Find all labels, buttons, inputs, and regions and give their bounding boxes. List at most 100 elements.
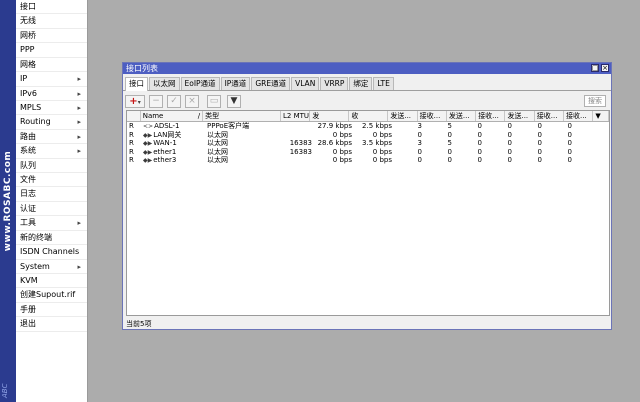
- menu-item-label: 工具: [20, 218, 36, 228]
- cell-c4: 0: [507, 130, 512, 139]
- menu-item-label: Routing: [20, 117, 51, 127]
- column-header-label: 发送...: [507, 112, 529, 120]
- menu-item[interactable]: 队列: [16, 159, 87, 174]
- brand-text: www.ROSABC.com: [3, 150, 13, 252]
- plus-icon: +: [129, 96, 138, 107]
- table-row[interactable]: R <>ADSL-1 PPPoE客户端 27.9 kbps 2.5 kbps 3 5 0 0 0 0: [127, 122, 609, 131]
- table-row[interactable]: R ◆▶ether1 以太网 16383 0 bps 0 bps 0 0 0 0 0 0: [127, 148, 609, 157]
- cell-c4: 0: [507, 122, 512, 130]
- window-titlebar[interactable]: 接口列表 □ ×: [123, 63, 611, 74]
- close-button[interactable]: ×: [601, 64, 609, 72]
- menu-item[interactable]: PPP: [16, 43, 87, 58]
- menu-item[interactable]: 日志: [16, 187, 87, 202]
- column-header[interactable]: 接收...: [418, 111, 447, 121]
- column-header[interactable]: 接收...: [564, 111, 594, 121]
- menu-item-label: 无线: [20, 16, 36, 26]
- cell-name: ◆▶ether3: [141, 156, 205, 165]
- find-input[interactable]: 搜索: [584, 95, 606, 107]
- comment-button[interactable]: ▭: [207, 95, 221, 108]
- cell-rx: 3.5 kbps: [362, 139, 392, 147]
- menu-item[interactable]: 新的终端: [16, 231, 87, 246]
- tab[interactable]: 以太网: [149, 77, 180, 90]
- submenu-arrow-icon: ▸: [77, 219, 81, 228]
- cell-c3: 0: [477, 156, 482, 164]
- menu-item[interactable]: 认证: [16, 202, 87, 217]
- disable-button[interactable]: ×: [185, 95, 199, 108]
- cell-c5: 0: [537, 130, 542, 139]
- tab[interactable]: LTE: [373, 77, 394, 90]
- menu-item[interactable]: 接口: [16, 0, 87, 15]
- cell-tx: 27.9 kbps: [317, 122, 352, 130]
- enable-button[interactable]: ✓: [167, 95, 181, 108]
- column-header-label: 收: [351, 112, 359, 120]
- cell-text: WAN-1: [153, 139, 177, 147]
- column-header[interactable]: 发送...: [447, 111, 477, 121]
- table-row[interactable]: R ◆▶WAN-1 以太网 16383 28.6 kbps 3.5 kbps 3 5 0 0 0 0: [127, 139, 609, 148]
- menu-item-label: 新的终端: [20, 232, 52, 242]
- menu-item[interactable]: 工具 ▸: [16, 216, 87, 231]
- column-header[interactable]: 发送...: [388, 111, 418, 121]
- tab[interactable]: EoIP通道: [180, 77, 220, 90]
- table-row[interactable]: R ◆▶LAN网关 以太网 0 bps 0 bps 0 0 0 0 0 0: [127, 131, 609, 140]
- column-header[interactable]: 类型: [203, 111, 282, 121]
- cell-c4: 0: [507, 156, 512, 164]
- menu-item[interactable]: 系统 ▸: [16, 144, 87, 159]
- menu-item[interactable]: 退出: [16, 317, 87, 332]
- menu-item-label: 退出: [20, 319, 36, 329]
- cell-flag: R: [129, 122, 134, 130]
- cell-mtu: [285, 156, 315, 165]
- cell-mtu: 16383: [289, 147, 312, 156]
- menu-item[interactable]: IPv6 ▸: [16, 87, 87, 101]
- sort-indicator-icon: /: [197, 112, 201, 120]
- cell-tx: 0 bps: [332, 147, 352, 156]
- menu-item[interactable]: 创建Supout.rif: [16, 288, 87, 303]
- column-header[interactable]: 接收...: [476, 111, 506, 121]
- menu-item[interactable]: MPLS ▸: [16, 101, 87, 116]
- tab[interactable]: GRE通道: [251, 77, 291, 90]
- tab[interactable]: 绑定: [349, 77, 373, 90]
- tab[interactable]: IP通道: [220, 77, 251, 90]
- submenu-arrow-icon: ▸: [77, 118, 81, 127]
- submenu-arrow-icon: ▸: [77, 89, 81, 98]
- menu-item-label: 网桥: [20, 30, 36, 40]
- menu-item[interactable]: System ▸: [16, 260, 87, 275]
- cell-type: 以太网: [207, 139, 228, 147]
- menu-item-label: 路由: [20, 131, 36, 141]
- table-row[interactable]: R ◆▶ether3 以太网 0 bps 0 bps 0 0 0 0 0 0: [127, 156, 609, 165]
- toolbar: +▾ − ✓ × ▭ ▼ 搜索: [123, 95, 611, 111]
- tab[interactable]: 接口: [125, 77, 148, 91]
- remove-button[interactable]: −: [149, 95, 163, 108]
- tab[interactable]: VRRP: [320, 77, 349, 90]
- tab[interactable]: VLAN: [291, 77, 320, 90]
- cell-text: ADSL-1: [154, 122, 180, 130]
- column-header[interactable]: Name /: [141, 111, 204, 121]
- cell-flag: R: [129, 139, 134, 147]
- column-header[interactable]: 发送...: [505, 111, 535, 121]
- column-header[interactable]: 发: [310, 111, 350, 121]
- column-header[interactable]: 收: [349, 111, 389, 121]
- cell-c5: 0: [537, 147, 542, 156]
- menu-item[interactable]: 网格: [16, 58, 87, 73]
- restore-button[interactable]: □: [591, 64, 599, 72]
- cell-c5: 0: [537, 139, 542, 147]
- column-header[interactable]: 接收...: [535, 111, 565, 121]
- cell-c6: 0: [567, 122, 572, 130]
- column-header-label: 接收...: [536, 112, 558, 120]
- column-header-label: 接收...: [478, 112, 499, 120]
- column-header[interactable]: L2 MTU: [281, 111, 311, 121]
- menu-item[interactable]: IP ▸: [16, 72, 87, 87]
- add-button[interactable]: +▾: [125, 95, 145, 108]
- menu-item[interactable]: Routing ▸: [16, 115, 87, 130]
- menu-item[interactable]: 文件: [16, 173, 87, 188]
- menu-item[interactable]: ISDN Channels: [16, 245, 87, 260]
- menu-item[interactable]: 无线: [16, 14, 87, 29]
- menu-item[interactable]: 路由 ▸: [16, 130, 87, 145]
- column-header[interactable]: [127, 111, 141, 121]
- column-header[interactable]: ▼: [593, 111, 609, 121]
- cell-rx: 0 bps: [372, 130, 392, 139]
- column-header-label: 接收...: [419, 112, 441, 120]
- menu-item[interactable]: 手册: [16, 303, 87, 318]
- filter-button[interactable]: ▼: [227, 95, 241, 108]
- menu-item[interactable]: KVM: [16, 274, 87, 289]
- menu-item[interactable]: 网桥: [16, 29, 87, 44]
